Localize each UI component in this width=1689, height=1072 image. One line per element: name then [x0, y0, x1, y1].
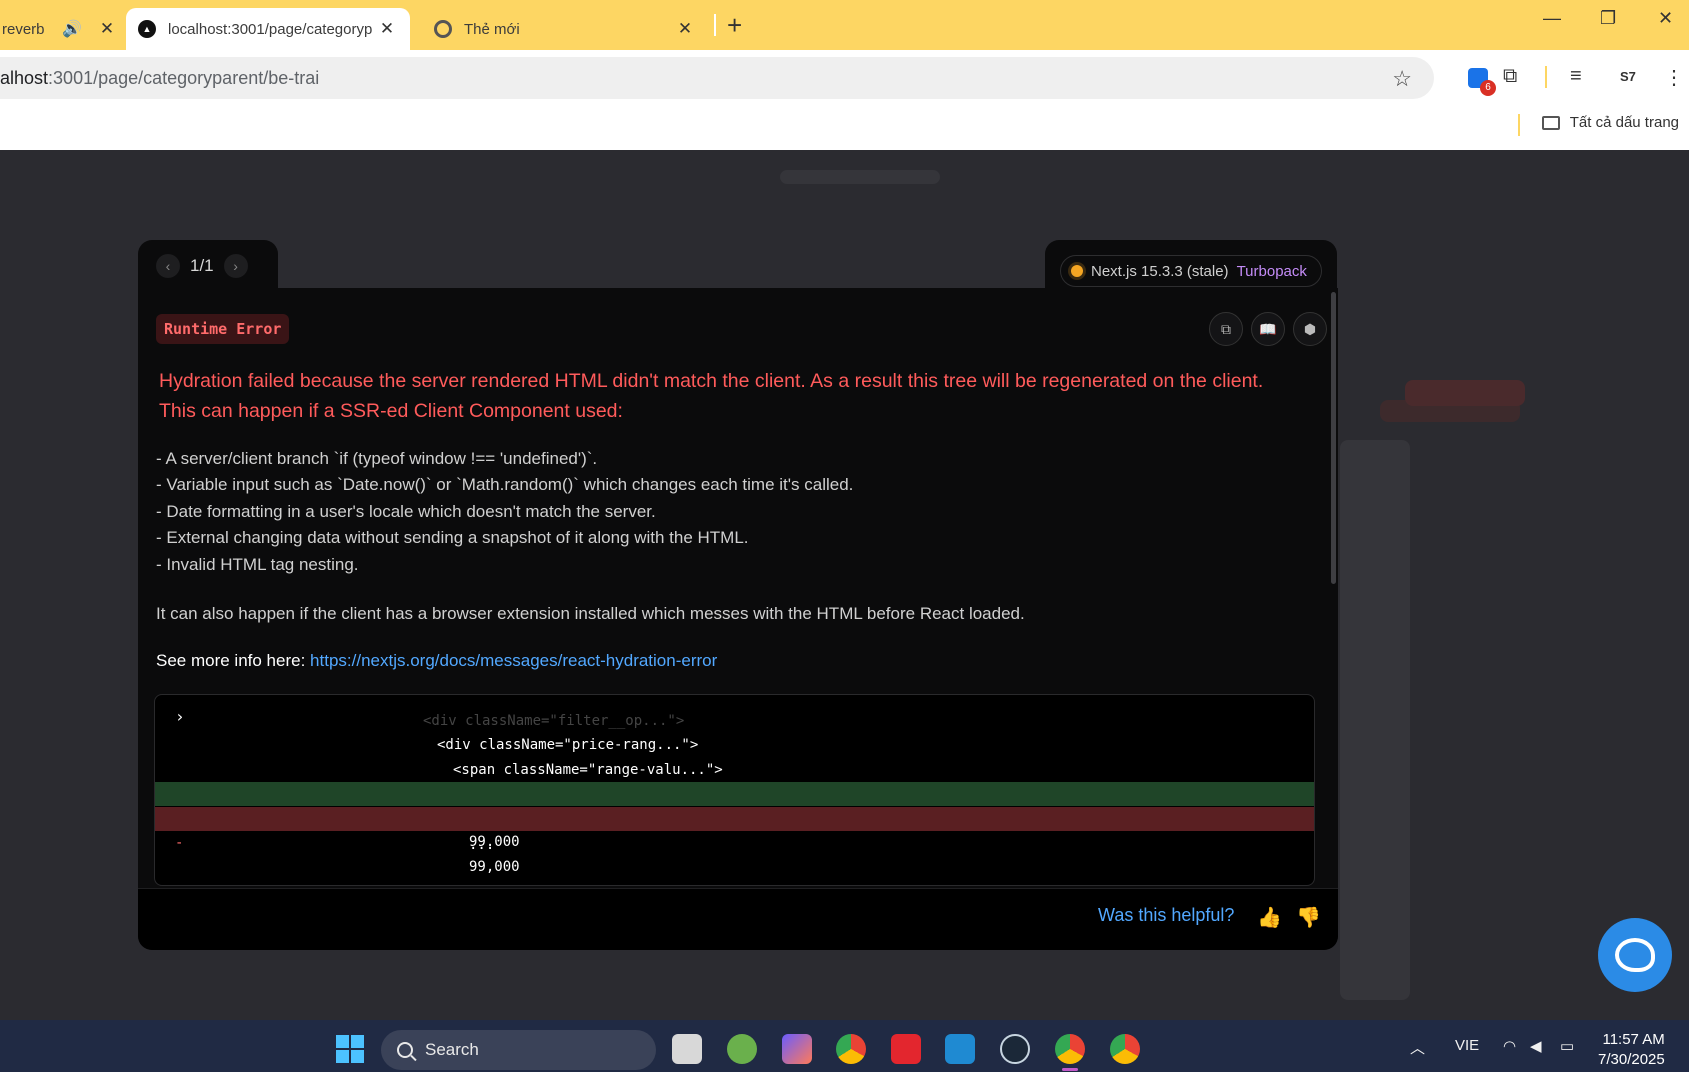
nextjs-version: Next.js 15.3.3 (stale) — [1091, 262, 1229, 280]
wifi-icon[interactable]: ◠ — [1503, 1037, 1516, 1055]
feedback-label: Was this helpful? — [1098, 905, 1235, 925]
diff-added-line: + 99.000 — [155, 782, 1314, 850]
pager-count: 1/1 — [190, 256, 214, 275]
thumbs-up-icon[interactable]: 👍 — [1257, 905, 1282, 930]
clock-time: 11:57 AM — [1602, 1031, 1665, 1048]
chrome-second-profile-icon[interactable] — [1110, 1034, 1140, 1064]
causes-list: - A server/client branch `if (typeof win… — [156, 446, 853, 578]
address-bar[interactable]: alhost:3001/page/categoryparent/be-trai … — [0, 57, 1434, 99]
extension-note: It can also happen if the client has a b… — [156, 604, 1025, 623]
bookmark-star-icon[interactable]: ☆ — [1392, 66, 1412, 92]
tab-separator — [714, 14, 716, 36]
backdrop-block — [1340, 440, 1410, 1000]
windows-start-icon[interactable] — [336, 1035, 364, 1063]
active-app-indicator — [1062, 1068, 1078, 1071]
error-message-line: Hydration failed because the server rend… — [159, 370, 1264, 392]
tab-new-tab[interactable]: Thẻ mới ✕ — [420, 8, 710, 50]
close-icon[interactable]: ✕ — [376, 19, 398, 39]
code-line: <div className="price-rang..."> — [437, 737, 699, 753]
close-icon[interactable]: ✕ — [96, 19, 118, 39]
backdrop-block — [1405, 380, 1525, 406]
show-hidden-icons-chevron[interactable]: ︿ — [1410, 1037, 1425, 1058]
tab-localhost[interactable]: ▲ localhost:3001/page/categoryp ✕ — [126, 8, 410, 50]
folder-icon — [1541, 115, 1560, 130]
chat-icon — [1615, 938, 1655, 972]
battery-icon[interactable]: ▭ — [1560, 1037, 1574, 1055]
bundler-label: Turbopack — [1236, 262, 1307, 280]
profile-avatar[interactable]: S7 — [1620, 69, 1636, 84]
toolbar-divider — [1545, 66, 1547, 88]
cause-item: - Variable input such as `Date.now()` or… — [156, 475, 854, 495]
cause-item: - Date formatting in a user's locale whi… — [156, 501, 656, 521]
kebab-menu-icon[interactable]: ⋮ — [1664, 65, 1684, 90]
search-icon — [397, 1042, 413, 1058]
chat-widget-button[interactable] — [1598, 918, 1672, 992]
browser-tab-strip: reverb ( 🔊 ✕ ▲ localhost:3001/page/categ… — [0, 0, 1689, 50]
cause-item: - Invalid HTML tag nesting. — [156, 554, 359, 574]
browser-toolbar: alhost:3001/page/categoryparent/be-trai … — [0, 50, 1689, 150]
diff-removed-value: 99,000 — [469, 859, 520, 875]
backdrop-block — [780, 170, 940, 184]
steam-icon[interactable] — [1000, 1034, 1030, 1064]
minimize-icon[interactable]: — — [1543, 8, 1561, 29]
nextjs-icon: ▲ — [138, 20, 156, 38]
extension-icon[interactable]: 6 — [1468, 68, 1496, 96]
error-type-badge: Runtime Error — [156, 314, 290, 344]
greenshot-icon[interactable] — [727, 1034, 757, 1064]
copy-icon[interactable]: ⧉ — [1209, 312, 1243, 346]
search-placeholder: Search — [425, 1040, 479, 1059]
dialog-scrollbar[interactable] — [1331, 292, 1336, 584]
tab-title: reverb ( — [2, 20, 48, 38]
bookmarks-label: Tất cả dấu trang — [1569, 114, 1679, 131]
chrome-icon[interactable] — [836, 1034, 866, 1064]
wps-office-icon[interactable] — [891, 1034, 921, 1064]
cause-item: - External changing data without sending… — [156, 528, 749, 548]
extension-badge-count: 6 — [1480, 80, 1496, 96]
code-ellipsis: ... — [469, 837, 495, 853]
docs-book-icon[interactable]: 📖 — [1251, 312, 1285, 346]
media-queue-icon[interactable]: ≡ — [1570, 65, 1582, 88]
next-error-button[interactable]: › — [223, 254, 248, 278]
diff-code-frame: › <div className="filter__op..."> <div c… — [154, 694, 1315, 886]
error-message-line: This can happen if a SSR-ed Client Compo… — [159, 400, 623, 422]
tab-title: Thẻ mới — [464, 20, 520, 38]
tab-title: localhost:3001/page/categoryp — [168, 20, 373, 38]
nextjs-version-pill[interactable]: Next.js 15.3.3 (stale) Turbopack — [1060, 255, 1322, 287]
url-host: alhost — [0, 67, 49, 88]
volume-icon[interactable]: ◀ — [1530, 1037, 1542, 1055]
more-info-label: See more info here: — [156, 651, 306, 670]
error-message: Hydration failed because the server rend… — [159, 366, 1319, 426]
bookmarks-divider — [1518, 114, 1520, 136]
vscode-icon[interactable] — [945, 1034, 975, 1064]
speaker-icon[interactable]: 🔊 — [62, 19, 82, 39]
window-close-icon[interactable]: ✕ — [1658, 8, 1673, 29]
code-line: <div className="filter__op..."> — [423, 713, 685, 729]
close-icon[interactable]: ✕ — [674, 19, 696, 39]
error-pager: ‹ 1/1 › — [138, 240, 278, 292]
new-tab-button[interactable]: + — [727, 10, 742, 41]
cause-item: - A server/client branch `if (typeof win… — [156, 449, 598, 468]
restore-icon[interactable]: ❐ — [1600, 8, 1616, 29]
input-language[interactable]: VIE — [1455, 1037, 1479, 1054]
diff-removed-line: - 99,000 — [155, 807, 1314, 875]
prev-error-button[interactable]: ‹ — [156, 254, 180, 278]
feedback-hexagon-icon[interactable]: ⬢ — [1293, 312, 1327, 346]
copilot-icon[interactable] — [782, 1034, 812, 1064]
taskbar-search[interactable]: Search — [381, 1030, 656, 1070]
hydration-docs-link[interactable]: https://nextjs.org/docs/messages/react-h… — [310, 651, 717, 670]
task-view-icon[interactable] — [672, 1034, 702, 1064]
tab-reverb[interactable]: reverb ( 🔊 ✕ — [0, 8, 118, 50]
stale-status-dot — [1071, 265, 1083, 277]
url-path: :3001/page/categoryparent/be-trai — [48, 67, 320, 88]
code-line: <span className="range-valu..."> — [453, 762, 723, 778]
system-clock[interactable]: 11:57 AM 7/30/2025 — [1598, 1030, 1665, 1070]
chrome-icon — [434, 20, 452, 38]
puzzle-icon[interactable]: ⧉ — [1503, 65, 1517, 88]
more-info: See more info here: https://nextjs.org/d… — [156, 651, 717, 671]
thumbs-down-icon[interactable]: 👎 — [1296, 905, 1321, 930]
all-bookmarks[interactable]: Tất cả dấu trang — [1541, 114, 1679, 131]
clock-date: 7/30/2025 — [1598, 1051, 1665, 1068]
chrome-profile-icon[interactable] — [1055, 1034, 1085, 1064]
